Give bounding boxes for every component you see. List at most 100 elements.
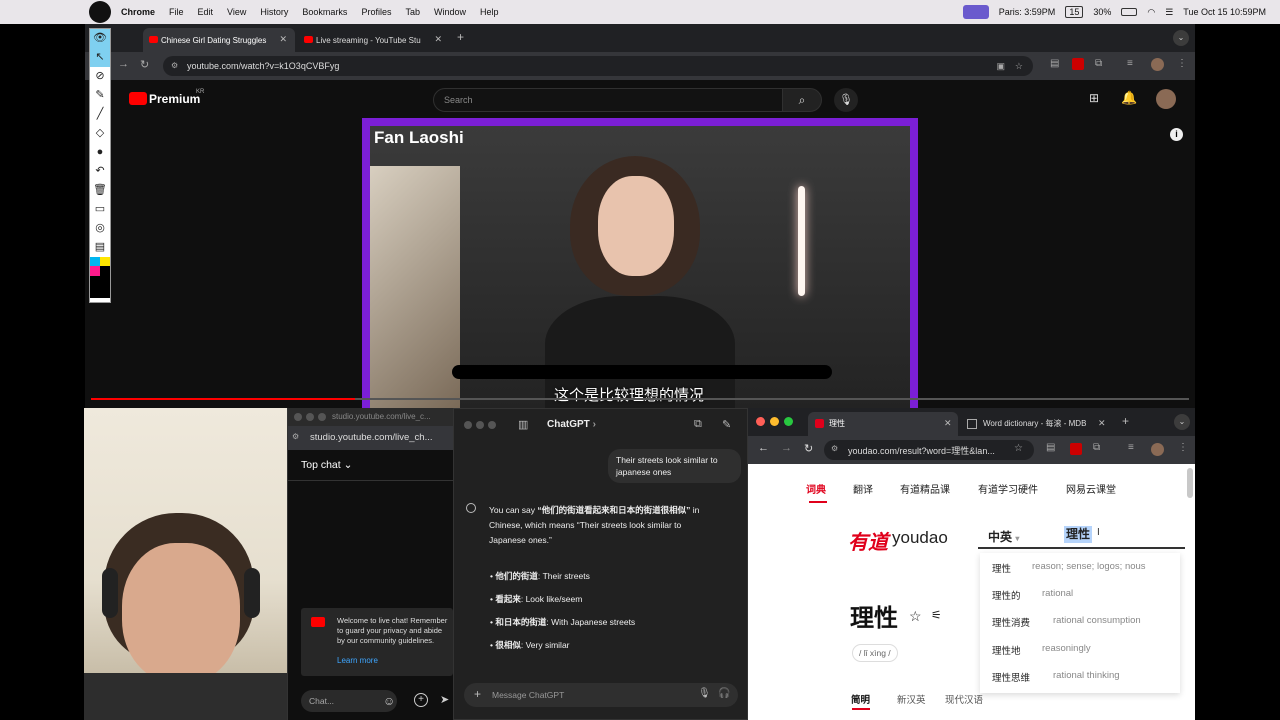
calendar-badge[interactable]: 15: [1065, 6, 1084, 18]
profile-avatar[interactable]: [1151, 58, 1164, 71]
minimize-window-icon[interactable]: [476, 421, 484, 429]
wordbook-icon[interactable]: ⚟: [931, 608, 942, 622]
message-input[interactable]: + Message ChatGPT 🎙 🎧: [464, 683, 738, 707]
more-menu-icon[interactable]: ⋮: [1177, 58, 1187, 69]
new-tab-button[interactable]: +: [1122, 414, 1129, 428]
add-icon[interactable]: +: [414, 693, 428, 707]
black-swatch[interactable]: [100, 266, 110, 276]
progress-track[interactable]: [91, 398, 1189, 400]
magenta-swatch[interactable]: [90, 266, 100, 276]
bookmark-star-icon[interactable]: ☆: [1014, 443, 1023, 454]
suggestion-item[interactable]: 理性消费 rational consumption: [980, 615, 1180, 631]
pinyin-badge[interactable]: / lǐ xìng /: [852, 644, 898, 662]
suggestion-item[interactable]: 理性思维 rational thinking: [980, 670, 1180, 686]
nav-dictionary[interactable]: 词典: [806, 481, 826, 496]
close-tab-icon[interactable]: ✕: [279, 34, 287, 45]
microphone-icon[interactable]: 🎙: [834, 88, 858, 112]
emoji-icon[interactable]: ☺: [383, 694, 395, 708]
language-select[interactable]: 中英 ▾: [988, 528, 1019, 545]
voice-mode-icon[interactable]: 🎧: [718, 688, 730, 699]
forward-icon[interactable]: →: [118, 58, 129, 70]
tab-mdbg[interactable]: Word dictionary - 每滚 - MDB ✕: [962, 412, 1112, 436]
suggestion-item[interactable]: 理性的 rational: [980, 588, 1180, 604]
menu-edit[interactable]: Edit: [198, 7, 214, 17]
minimize-window-icon[interactable]: [770, 417, 779, 426]
reload-icon[interactable]: ↻: [140, 58, 149, 71]
site-info-icon[interactable]: ⚙: [831, 444, 838, 453]
chatgpt-title[interactable]: ChatGPT ›: [547, 419, 596, 430]
nav-translate[interactable]: 翻译: [853, 481, 873, 496]
search-icon[interactable]: ⌕: [782, 88, 822, 112]
menu-help[interactable]: Help: [480, 7, 499, 17]
menu-tab[interactable]: Tab: [405, 7, 420, 17]
nav-courses[interactable]: 有道精品课: [900, 481, 950, 496]
screen-record-icon[interactable]: [962, 5, 989, 19]
extension-icon[interactable]: ▤: [1050, 58, 1059, 69]
tab-concise[interactable]: 简明: [851, 692, 870, 706]
install-app-icon[interactable]: ▣: [996, 56, 1005, 76]
close-window-icon[interactable]: [756, 417, 765, 426]
close-tab-icon[interactable]: ✕: [944, 418, 952, 429]
menu-app-name[interactable]: Chrome: [121, 7, 155, 17]
app-logo-icon[interactable]: [89, 1, 111, 23]
zoom-window-icon[interactable]: [488, 421, 496, 429]
clipboard-icon[interactable]: ▤: [90, 238, 110, 257]
menu-profiles[interactable]: Profiles: [361, 7, 391, 17]
selected-color[interactable]: [90, 276, 110, 298]
cyan-swatch[interactable]: [90, 257, 100, 266]
youtube-logo-icon[interactable]: [129, 92, 147, 105]
zoom-window-icon[interactable]: [784, 417, 793, 426]
studio-address-bar[interactable]: ⚙ studio.youtube.com/live_ch...: [288, 426, 456, 450]
scrollbar-thumb[interactable]: [1187, 468, 1193, 498]
new-chat-icon[interactable]: ✎: [722, 418, 731, 431]
zoom-window-icon[interactable]: [318, 413, 326, 421]
video-player[interactable]: Fan Laoshi 这个是比较理想的情况: [362, 118, 918, 408]
tab-youdao[interactable]: 理性 ✕: [808, 412, 958, 436]
youdao-logo-cn[interactable]: 有道: [848, 526, 888, 555]
close-window-icon[interactable]: [294, 413, 302, 421]
menu-window[interactable]: Window: [434, 7, 466, 17]
whiteboard-icon[interactable]: ▭: [90, 200, 110, 219]
extension-record-icon[interactable]: [1070, 443, 1082, 455]
menu-view[interactable]: View: [227, 7, 246, 17]
extension-icon[interactable]: ▤: [1046, 442, 1055, 453]
dictionary-search-input[interactable]: 理性: [1064, 526, 1093, 543]
learn-more-link[interactable]: Learn more: [337, 656, 378, 665]
attach-icon[interactable]: +: [474, 687, 481, 701]
camera-icon[interactable]: ◎: [90, 219, 110, 238]
tab-new-chinese-english[interactable]: 新汉英: [897, 692, 926, 706]
close-window-icon[interactable]: [464, 421, 472, 429]
menu-history[interactable]: History: [260, 7, 288, 17]
site-info-icon[interactable]: ⚙: [171, 56, 178, 76]
suggestion-item[interactable]: 理性 reason; sense; logos; nous: [980, 561, 1180, 577]
new-tab-button[interactable]: +: [457, 30, 464, 44]
close-tab-icon[interactable]: ✕: [1098, 418, 1106, 429]
color-palette[interactable]: [90, 257, 110, 276]
create-video-icon[interactable]: ⊞: [1089, 91, 1099, 105]
info-icon[interactable]: i: [1170, 128, 1183, 141]
nav-hardware[interactable]: 有道学习硬件: [978, 481, 1038, 496]
suggestion-item[interactable]: 理性地 reasoningly: [980, 643, 1180, 659]
undo-icon[interactable]: ↶: [90, 162, 110, 181]
favorite-star-icon[interactable]: ☆: [909, 608, 922, 625]
extensions-puzzle-icon[interactable]: ⧉: [1095, 58, 1102, 69]
color-dot-icon[interactable]: ●: [90, 143, 110, 162]
send-icon[interactable]: ➤: [440, 693, 449, 706]
address-bar[interactable]: ⚙ youdao.com/result?word=理性&lan... ☆: [824, 440, 1034, 460]
microphone-icon[interactable]: 🎙: [698, 688, 711, 699]
trash-icon[interactable]: 🗑: [90, 181, 110, 200]
back-icon[interactable]: ←: [758, 442, 769, 454]
account-avatar[interactable]: [1156, 89, 1176, 109]
reload-icon[interactable]: ↻: [804, 442, 813, 455]
top-chat-dropdown[interactable]: Top chat ⌄: [301, 459, 352, 471]
tab-search-icon[interactable]: ⌄: [1173, 30, 1189, 46]
sidebar-toggle-icon[interactable]: ▥: [518, 418, 528, 431]
close-tab-icon[interactable]: ✕: [434, 34, 442, 45]
minimize-window-icon[interactable]: [306, 413, 314, 421]
media-controls-icon[interactable]: ≡: [1128, 442, 1134, 453]
extensions-puzzle-icon[interactable]: ⧉: [1093, 442, 1100, 453]
youdao-logo-en[interactable]: youdao: [892, 528, 948, 548]
pen-icon[interactable]: ╱: [90, 105, 110, 124]
eraser-icon[interactable]: ◇: [90, 124, 110, 143]
control-center-icon[interactable]: ☰: [1165, 7, 1173, 18]
